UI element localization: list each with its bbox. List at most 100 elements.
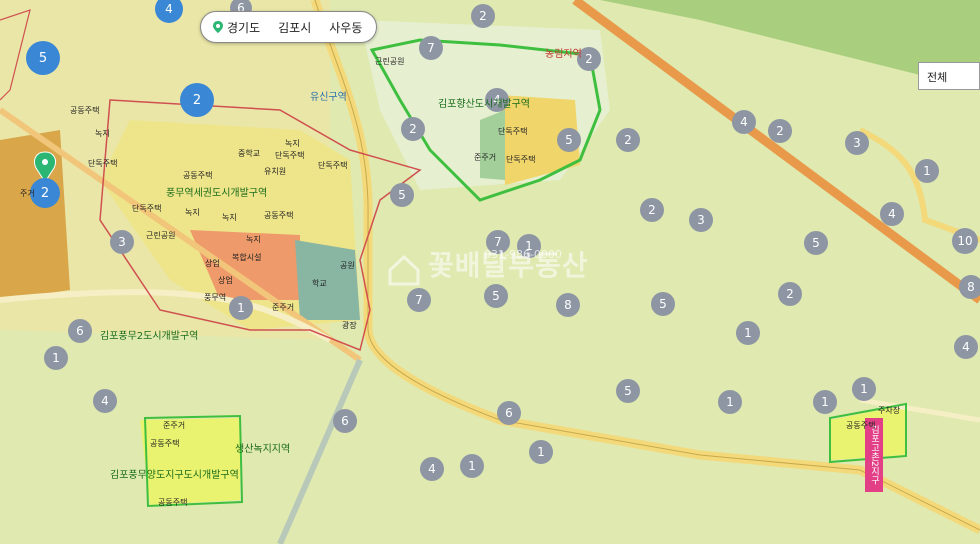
cluster-count: 3 bbox=[697, 213, 705, 227]
cluster-marker[interactable]: 2 bbox=[471, 4, 495, 28]
cluster-count: 3 bbox=[853, 136, 861, 150]
land-use-label: 녹지 bbox=[185, 208, 200, 217]
cluster-marker[interactable]: 1 bbox=[229, 296, 253, 320]
cluster-count: 2 bbox=[41, 186, 49, 201]
cluster-marker[interactable]: 10 bbox=[952, 228, 978, 254]
watermark-phone: 031-986-0000 bbox=[484, 248, 562, 261]
cluster-marker[interactable]: 6 bbox=[497, 401, 521, 425]
land-use-label: 공원 bbox=[340, 261, 355, 270]
land-use-label: 상업 bbox=[205, 259, 220, 268]
cluster-marker[interactable]: 8 bbox=[556, 293, 580, 317]
cluster-marker[interactable]: 5 bbox=[616, 379, 640, 403]
land-use-label: 학교 bbox=[312, 279, 327, 288]
cluster-marker[interactable]: 2 bbox=[401, 117, 425, 141]
land-use-label: 근린공원 bbox=[375, 57, 405, 66]
land-use-label: 단독주택 bbox=[506, 155, 536, 164]
cluster-marker[interactable]: 7 bbox=[407, 288, 431, 312]
land-use-label: 녹지 bbox=[222, 213, 237, 222]
cluster-marker[interactable]: 3 bbox=[110, 230, 134, 254]
cluster-marker[interactable]: 2 bbox=[180, 83, 214, 117]
cluster-marker[interactable]: 1 bbox=[736, 321, 760, 345]
land-use-label: 준주거 bbox=[474, 153, 497, 162]
cluster-marker[interactable]: 1 bbox=[718, 390, 742, 414]
cluster-marker[interactable]: 3 bbox=[689, 208, 713, 232]
cluster-marker[interactable]: 5 bbox=[557, 128, 581, 152]
cluster-count: 7 bbox=[427, 41, 435, 55]
land-use-label: 녹지 bbox=[95, 129, 110, 138]
cluster-marker[interactable]: 4 bbox=[420, 457, 444, 481]
cluster-count: 8 bbox=[564, 298, 572, 312]
cluster-marker[interactable]: 4 bbox=[954, 335, 978, 359]
district-label: 김포풍무2도시개발구역 bbox=[100, 331, 199, 342]
breadcrumb-district[interactable]: 사우동 bbox=[329, 19, 362, 36]
cluster-count: 2 bbox=[409, 122, 417, 136]
cluster-count: 6 bbox=[341, 414, 349, 428]
house-watermark-icon bbox=[388, 254, 420, 286]
land-use-label: 공동주택 bbox=[264, 211, 294, 220]
cluster-count: 4 bbox=[962, 340, 970, 354]
cluster-marker[interactable]: 5 bbox=[804, 231, 828, 255]
cluster-marker[interactable]: 1 bbox=[460, 454, 484, 478]
breadcrumb-district-label: 사우동 bbox=[329, 20, 363, 35]
cluster-marker[interactable]: 5 bbox=[26, 41, 60, 75]
cluster-count: 7 bbox=[415, 293, 423, 307]
cluster-marker[interactable]: 4 bbox=[93, 389, 117, 413]
breadcrumb-city-label: 김포시 bbox=[278, 20, 312, 35]
cluster-marker[interactable]: 6 bbox=[68, 319, 92, 343]
cluster-count: 1 bbox=[726, 395, 734, 409]
filter-select[interactable]: 전체 bbox=[918, 62, 980, 90]
cluster-marker[interactable]: 7 bbox=[419, 36, 443, 60]
cluster-marker[interactable]: 1 bbox=[44, 346, 68, 370]
land-use-label: 단독주택 bbox=[498, 127, 528, 136]
district-label: 풍무역세권도시개발구역 bbox=[166, 188, 268, 199]
cluster-marker[interactable]: 6 bbox=[333, 409, 357, 433]
cluster-count: 1 bbox=[468, 459, 476, 473]
cluster-marker[interactable]: 3 bbox=[845, 131, 869, 155]
cluster-marker[interactable]: 1 bbox=[529, 440, 553, 464]
land-use-label: 준주거 bbox=[163, 421, 186, 430]
cluster-marker[interactable]: 5 bbox=[390, 183, 414, 207]
land-use-label: 주차장 bbox=[878, 406, 901, 415]
cluster-marker[interactable]: 1 bbox=[813, 390, 837, 414]
yangdo-block bbox=[140, 418, 240, 505]
cluster-marker[interactable]: 2 bbox=[778, 282, 802, 306]
residential-block bbox=[0, 130, 70, 300]
cluster-count: 5 bbox=[812, 236, 820, 250]
cluster-marker[interactable]: 4 bbox=[732, 110, 756, 134]
cluster-count: 4 bbox=[165, 2, 173, 16]
location-breadcrumb: 경기도 김포시 사우동 bbox=[200, 11, 378, 43]
land-use-label: 단독주택 bbox=[275, 151, 305, 160]
cluster-count: 2 bbox=[786, 287, 794, 301]
cluster-marker[interactable]: 2 bbox=[640, 198, 664, 222]
cluster-marker[interactable]: 5 bbox=[484, 284, 508, 308]
cluster-count: 4 bbox=[101, 394, 109, 408]
land-use-label: 광장 bbox=[342, 321, 357, 330]
land-use-label: 녹지 bbox=[246, 235, 261, 244]
cluster-marker[interactable]: 1 bbox=[915, 159, 939, 183]
cluster-marker[interactable]: 2 bbox=[616, 128, 640, 152]
zone-label: 유신구역 bbox=[310, 92, 347, 103]
breadcrumb-province-label: 경기도 bbox=[227, 20, 261, 35]
cluster-count: 4 bbox=[740, 115, 748, 129]
cluster-count: 4 bbox=[888, 207, 896, 221]
breadcrumb-city[interactable]: 김포시 bbox=[278, 19, 311, 36]
breadcrumb-province[interactable]: 경기도 bbox=[213, 19, 260, 36]
land-use-label: 복합시설 bbox=[232, 253, 262, 262]
cluster-count: 10 bbox=[957, 234, 972, 248]
cluster-count: 5 bbox=[492, 289, 500, 303]
cluster-count: 5 bbox=[624, 384, 632, 398]
land-use-label: 상업 bbox=[218, 276, 233, 285]
land-use-label: 공동주택 bbox=[150, 439, 180, 448]
cluster-count: 1 bbox=[52, 351, 60, 365]
land-use-label: 준주거 bbox=[272, 303, 295, 312]
cluster-count: 2 bbox=[648, 203, 656, 217]
zone-label: 생산녹지지역 bbox=[235, 444, 291, 455]
cluster-count: 5 bbox=[659, 297, 667, 311]
cluster-marker[interactable]: 2 bbox=[768, 119, 792, 143]
cluster-marker[interactable]: 5 bbox=[651, 292, 675, 316]
land-use-label: 공동주택 bbox=[158, 498, 188, 507]
cluster-marker[interactable]: 1 bbox=[852, 377, 876, 401]
cluster-marker[interactable]: 4 bbox=[880, 202, 904, 226]
land-use-label: 유치원 bbox=[264, 167, 287, 176]
land-use-label: 단독주택 bbox=[88, 159, 118, 168]
